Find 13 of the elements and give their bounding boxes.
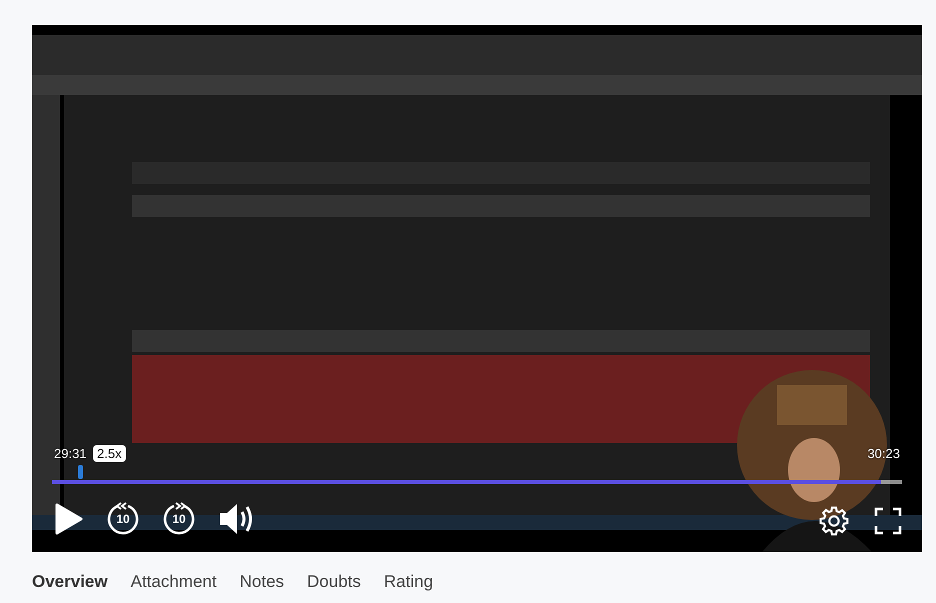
- tab[interactable]: Doubts: [307, 572, 361, 592]
- speed-button[interactable]: 2.5x: [93, 445, 126, 462]
- fullscreen-button[interactable]: [874, 507, 902, 535]
- tab[interactable]: Overview: [32, 572, 108, 592]
- duration-time: 30:23: [867, 446, 900, 461]
- forward-button[interactable]: 10: [162, 502, 196, 536]
- tab[interactable]: Notes: [240, 572, 284, 592]
- rewind-button[interactable]: 10: [106, 502, 140, 536]
- tab[interactable]: Rating: [384, 572, 434, 592]
- settings-button[interactable]: [818, 505, 850, 537]
- volume-slider-handle[interactable]: [78, 465, 83, 479]
- tab[interactable]: Attachment: [130, 572, 217, 592]
- elapsed-time: 29:31: [54, 446, 87, 461]
